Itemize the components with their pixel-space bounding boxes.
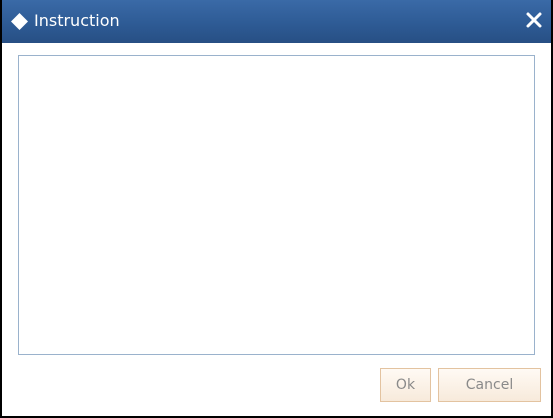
diamond-icon — [11, 13, 28, 30]
close-icon[interactable] — [523, 9, 545, 31]
dialog-titlebar[interactable]: Instruction — [2, 0, 551, 43]
dialog-title: Instruction — [34, 11, 120, 30]
cancel-button[interactable]: Cancel — [438, 368, 541, 402]
ok-button[interactable]: Ok — [380, 368, 431, 402]
instruction-content-area — [18, 55, 535, 355]
instruction-dialog: Instruction Ok Cancel — [0, 0, 553, 418]
